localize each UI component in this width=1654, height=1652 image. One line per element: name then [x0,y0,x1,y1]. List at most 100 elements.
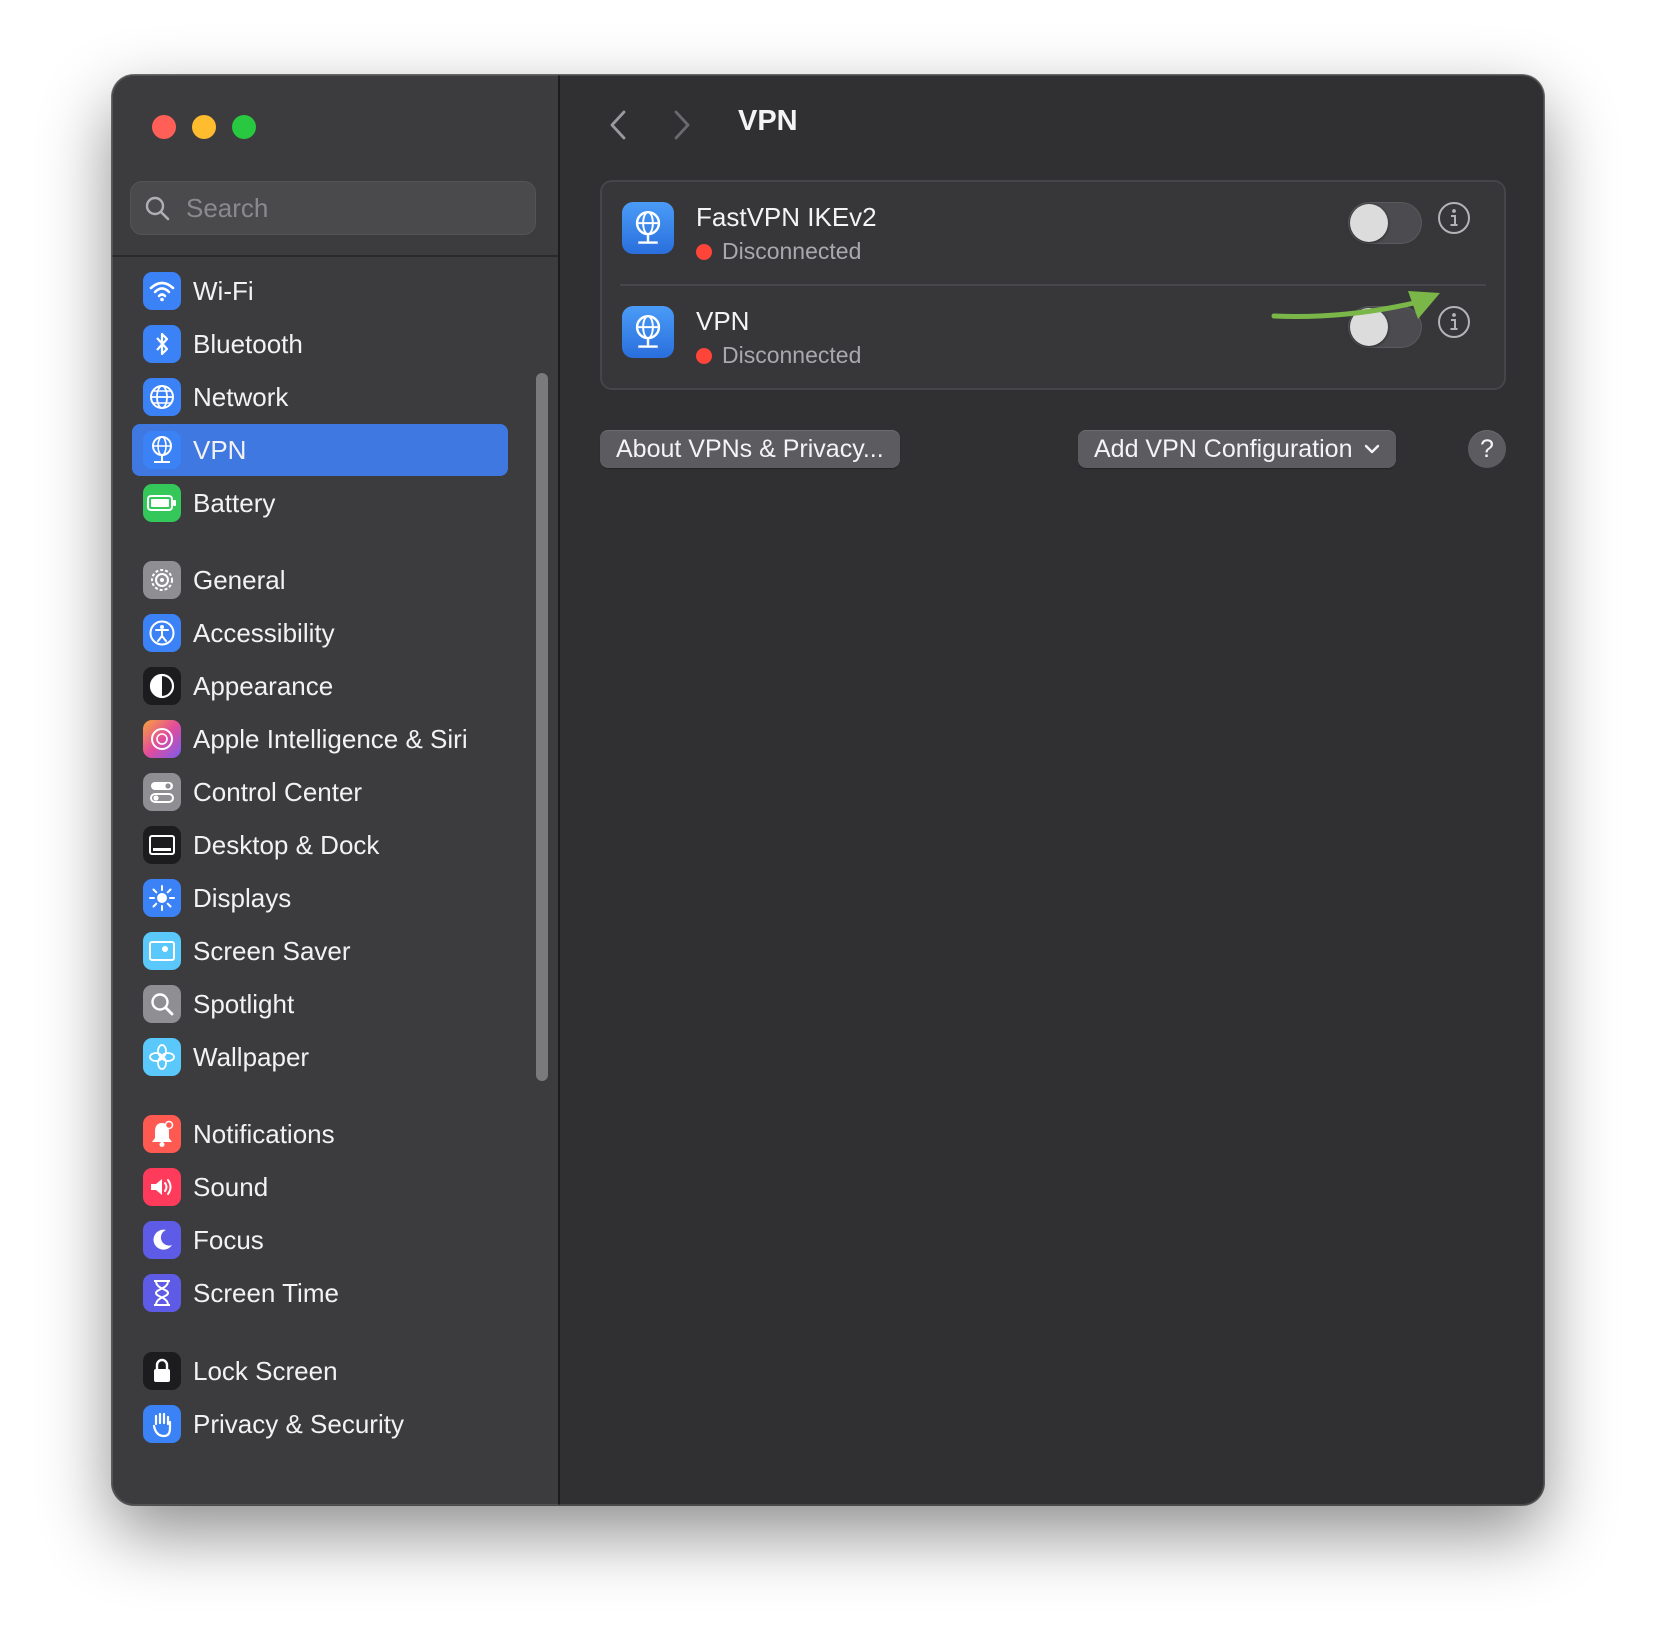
vpn-name: FastVPN IKEv2 [696,202,877,232]
button-label: About VPNs & Privacy... [616,434,884,463]
sidebar-item-displays[interactable]: Displays [132,872,508,924]
sidebar-item-spotlight[interactable]: Spotlight [132,978,508,1030]
sidebar-item-label: Desktop & Dock [193,829,380,860]
sidebar-item-label: Battery [193,487,276,518]
vpn-toggle[interactable] [1348,202,1422,244]
sidebar-item-focus[interactable]: Focus [132,1214,508,1266]
info-icon[interactable] [1436,200,1472,236]
vpn-status-text: Disconnected [722,342,862,368]
close-window-button[interactable] [152,115,176,139]
sidebar-scrollbar[interactable] [536,373,548,1081]
sun-icon [143,879,181,917]
sidebar-nav: Wi-Fi Bluetooth Network VPN Battery Gene… [112,265,558,1505]
bell-icon [143,1115,181,1153]
sidebar-item-lock-screen[interactable]: Lock Screen [132,1345,508,1397]
vpn-status: Disconnected [696,342,861,369]
about-vpns-privacy-button[interactable]: About VPNs & Privacy... [600,430,900,468]
sidebar-item-label: Lock Screen [193,1355,338,1386]
wifi-icon [143,272,181,310]
sidebar-item-appearance[interactable]: Appearance [132,660,508,712]
sidebar-divider [112,255,558,257]
appearance-icon [143,667,181,705]
sidebar-item-label: Notifications [193,1118,335,1149]
magnifier-icon [143,985,181,1023]
gear-icon [143,561,181,599]
search-field[interactable] [130,181,536,235]
sidebar: Wi-Fi Bluetooth Network VPN [112,75,560,1505]
chevron-left-icon [610,110,626,140]
sidebar-item-notifications[interactable]: Notifications [132,1108,508,1160]
toggle-knob [1350,204,1388,242]
sidebar-item-wifi[interactable]: Wi-Fi [132,265,508,317]
vpn-globe-icon [143,431,181,469]
hand-icon [143,1405,181,1443]
moon-icon [143,1221,181,1259]
screen-saver-icon [143,932,181,970]
sidebar-item-vpn[interactable]: VPN [132,424,508,476]
speaker-icon [143,1168,181,1206]
sidebar-item-network[interactable]: Network [132,371,508,423]
lock-icon [143,1352,181,1390]
sidebar-item-label: Sound [193,1171,269,1202]
sidebar-item-label: Spotlight [193,988,295,1019]
globe-icon [143,378,181,416]
zoom-window-button[interactable] [232,115,256,139]
sidebar-item-battery[interactable]: Battery [132,477,508,529]
status-dot [696,243,712,260]
battery-icon [143,484,181,522]
minimize-window-button[interactable] [192,115,216,139]
sidebar-item-sound[interactable]: Sound [132,1161,508,1213]
sidebar-item-wallpaper[interactable]: Wallpaper [132,1031,508,1083]
sidebar-item-label: Displays [193,882,292,913]
vpn-name: VPN [696,306,750,336]
sidebar-item-accessibility[interactable]: Accessibility [132,607,508,659]
traffic-lights [152,115,256,139]
settings-window: Wi-Fi Bluetooth Network VPN [112,75,1544,1505]
sidebar-item-desktop-dock[interactable]: Desktop & Dock [132,819,508,871]
add-vpn-configuration-button[interactable]: Add VPN Configuration [1078,430,1397,468]
accessibility-icon [143,614,181,652]
search-icon [145,196,170,221]
sidebar-item-label: Screen Saver [193,935,351,966]
sidebar-item-screen-saver[interactable]: Screen Saver [132,925,508,977]
siri-icon [143,720,181,758]
search-input[interactable] [184,191,508,225]
button-label: Add VPN Configuration [1094,434,1353,463]
vpn-globe-icon [622,202,674,254]
control-center-icon [143,773,181,811]
sidebar-item-label: Apple Intelligence & Siri [193,723,468,754]
status-dot [696,347,712,364]
dock-icon [143,826,181,864]
page-title: VPN [738,105,798,137]
sidebar-item-label: VPN [193,434,247,465]
sidebar-item-bluetooth[interactable]: Bluetooth [132,318,508,370]
sidebar-item-general[interactable]: General [132,554,508,606]
annotation-arrow-icon [1271,291,1440,319]
sidebar-item-privacy-security[interactable]: Privacy & Security [132,1398,508,1450]
vpn-row-fastvpn: FastVPN IKEv2 Disconnected [602,182,1504,284]
hourglass-icon [143,1274,181,1312]
sidebar-item-label: Accessibility [193,617,335,648]
sidebar-item-label: Bluetooth [193,328,303,359]
sidebar-item-label: Privacy & Security [193,1408,404,1439]
back-button[interactable] [600,105,636,145]
flower-icon [143,1038,181,1076]
vpn-globe-icon [622,306,674,358]
sidebar-item-label: Network [193,381,289,412]
sidebar-item-label: Wallpaper [193,1041,310,1072]
sidebar-item-label: Control Center [193,776,363,807]
sidebar-item-screen-time[interactable]: Screen Time [132,1267,508,1319]
bluetooth-icon [143,325,181,363]
sidebar-item-label: Wi-Fi [193,275,254,306]
sidebar-item-label: Screen Time [193,1277,339,1308]
vpn-status-text: Disconnected [722,238,862,264]
forward-button[interactable] [664,105,700,145]
sidebar-item-label: Appearance [193,670,334,701]
vpn-status: Disconnected [696,238,861,265]
sidebar-item-control-center[interactable]: Control Center [132,766,508,818]
chevron-down-icon [1364,444,1380,454]
sidebar-item-apple-intelligence[interactable]: Apple Intelligence & Siri [132,713,508,765]
chevron-right-icon [674,110,690,140]
help-button[interactable]: ? [1468,430,1506,468]
sidebar-item-label: Focus [193,1224,264,1255]
